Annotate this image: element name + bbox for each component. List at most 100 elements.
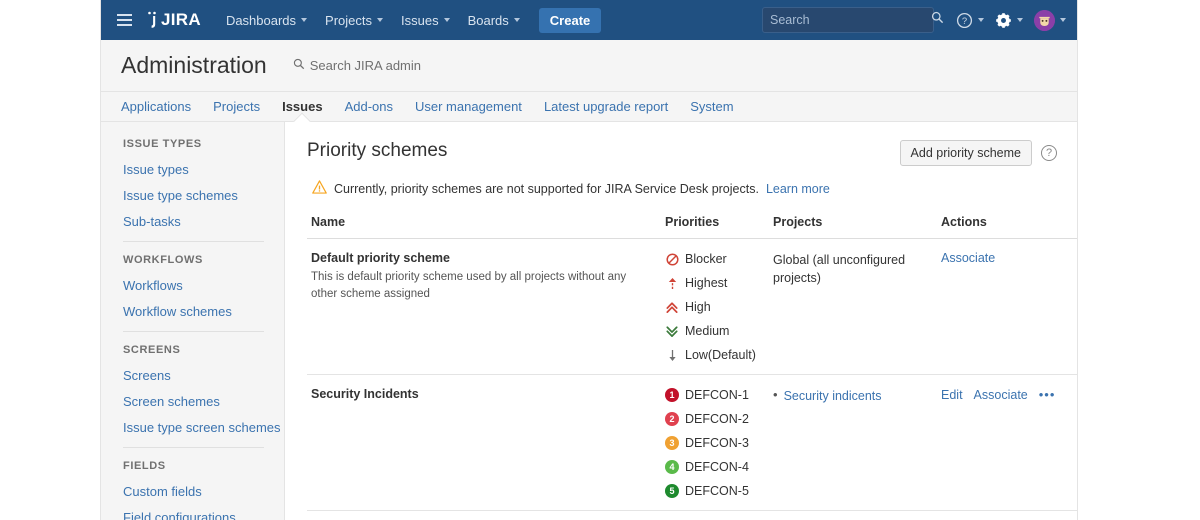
tab-label: Projects: [213, 99, 261, 114]
projects-cell: Global (all unconfigured projects): [769, 238, 937, 375]
priority-item: 1 DEFCON-1: [665, 387, 763, 411]
edit-link[interactable]: Edit: [941, 388, 963, 402]
actions-cell: Edit Associate •••: [937, 510, 1077, 520]
priority-label: High: [685, 300, 711, 314]
chevron-down-icon: [513, 18, 520, 22]
nav-label: Boards: [467, 12, 509, 28]
sidebar-item-workflows[interactable]: Workflows: [123, 275, 284, 301]
help-circle-icon[interactable]: ?: [1041, 145, 1057, 161]
main-header: Priority schemes Add priority scheme ?: [307, 140, 1057, 166]
sidebar-item-screen-schemes[interactable]: Screen schemes: [123, 391, 284, 417]
ellipsis-icon[interactable]: •••: [1039, 387, 1056, 402]
sidebar-item-issue-type-screen-schemes[interactable]: Issue type screen schemes: [123, 417, 284, 443]
chevron-down-icon: [301, 18, 308, 22]
tab-label: Latest upgrade report: [543, 99, 669, 114]
badge-1-icon: 1: [665, 388, 679, 402]
sidebar-heading: SCREENS: [123, 344, 181, 356]
row-actions: Edit Associate •••: [941, 387, 1071, 402]
scheme-name-cell: Default priority scheme This is default …: [307, 238, 661, 375]
tab-latest-upgrade-report[interactable]: Latest upgrade report: [533, 92, 679, 121]
search-input[interactable]: [770, 13, 931, 27]
column-header-actions: Actions: [937, 211, 1077, 239]
sidebar-group-fields: FIELDS Custom fields Field configuration…: [123, 460, 284, 520]
settings-menu-button[interactable]: [989, 8, 1026, 33]
svg-text:?: ?: [962, 16, 967, 27]
projects-text: Global (all unconfigured projects): [773, 253, 906, 286]
chevron-down-icon: [1060, 18, 1066, 22]
sidebar-group-workflows: WORKFLOWS Workflows Workflow schemes: [123, 254, 284, 327]
priority-schemes-title: Priority schemes: [307, 140, 448, 161]
associate-link[interactable]: Associate: [974, 388, 1028, 402]
tab-projects[interactable]: Projects: [202, 92, 271, 121]
search-icon[interactable]: [931, 11, 944, 29]
arrow-up-icon: [665, 276, 679, 290]
priorities-cell: High Medium(Default): [661, 510, 769, 520]
gear-icon: [996, 12, 1011, 28]
tab-applications[interactable]: Applications: [121, 92, 202, 121]
blocker-icon: [665, 252, 679, 266]
tab-user-management[interactable]: User management: [404, 92, 533, 121]
scheme-description: This is default priority scheme used by …: [311, 271, 627, 300]
nav-label: Dashboards: [225, 12, 297, 28]
priorities-cell: 1 DEFCON-1 2 DEFCON-2 3 DEFCON-3 4 DEFCO…: [661, 374, 769, 511]
sidebar-divider: [123, 447, 264, 448]
sidebar-divider: [123, 241, 264, 242]
sidebar-item-workflow-schemes[interactable]: Workflow schemes: [123, 301, 284, 327]
nav-item-boards[interactable]: Boards: [459, 5, 529, 36]
admin-tabs: Applications Projects Issues Add-ons Use…: [101, 92, 1077, 122]
priority-item: High: [665, 299, 763, 323]
scheme-name-cell: Simple priority scheme: [307, 510, 661, 520]
jira-logo[interactable]: JIRA: [145, 10, 201, 30]
user-profile-button[interactable]: [1028, 6, 1069, 35]
priorities-cell: Blocker Highest High Medium Low(Default): [661, 238, 769, 375]
priority-label: DEFCON-4: [685, 460, 749, 474]
sidebar-item-issue-type-schemes[interactable]: Issue type schemes: [123, 185, 284, 211]
chevron-up-icon: [665, 300, 679, 314]
jira-logo-text: JIRA: [161, 10, 201, 29]
top-navigation-right: ?: [762, 6, 1069, 35]
tab-add-ons[interactable]: Add-ons: [334, 92, 404, 121]
help-menu-button[interactable]: ?: [950, 8, 987, 33]
column-header-projects: Projects: [769, 211, 937, 239]
sidebar-group-issue-types: ISSUE TYPES Issue types Issue type schem…: [123, 138, 284, 237]
associate-link[interactable]: Associate: [941, 251, 995, 265]
sidebar-item-screens[interactable]: Screens: [123, 365, 284, 391]
nav-item-issues[interactable]: Issues: [392, 5, 459, 36]
sidebar-item-sub-tasks[interactable]: Sub-tasks: [123, 211, 284, 237]
global-search-box[interactable]: [762, 7, 944, 33]
bullet-icon: •: [773, 387, 778, 402]
hamburger-menu-icon[interactable]: [111, 7, 137, 33]
priority-item: Medium: [665, 323, 763, 347]
learn-more-link[interactable]: Learn more: [766, 182, 830, 196]
badge-3-icon: 3: [665, 436, 679, 450]
nav-label: Projects: [325, 12, 373, 28]
chevron-down-icon: [1017, 18, 1023, 22]
row-actions: Associate: [941, 251, 1071, 265]
sidebar-item-custom-fields[interactable]: Custom fields: [123, 481, 284, 507]
priority-label: DEFCON-1: [685, 388, 749, 402]
table-row: Simple priority scheme High: [307, 510, 1077, 520]
priority-item: 3 DEFCON-3: [665, 435, 763, 459]
create-button[interactable]: Create: [538, 7, 602, 33]
priority-item: Highest: [665, 275, 763, 299]
admin-search-field[interactable]: Search JIRA admin: [293, 58, 421, 73]
project-link[interactable]: Security indicents: [784, 388, 882, 405]
column-header-name: Name: [307, 211, 661, 239]
sidebar-heading: ISSUE TYPES: [123, 138, 202, 150]
priority-label: Low(Default): [685, 348, 756, 362]
tab-system[interactable]: System: [679, 92, 744, 121]
tab-issues[interactable]: Issues: [271, 92, 333, 121]
nav-item-projects[interactable]: Projects: [316, 5, 392, 36]
sidebar-item-field-configurations[interactable]: Field configurations: [123, 507, 284, 520]
sidebar-item-issue-types[interactable]: Issue types: [123, 159, 284, 185]
content-area: ISSUE TYPES Issue types Issue type schem…: [101, 122, 1077, 520]
tab-label: Issues: [282, 99, 323, 114]
table-header-row: Name Priorities Projects Actions: [307, 211, 1077, 239]
notice-text: Currently, priority schemes are not supp…: [334, 181, 759, 196]
chevron-down-icon: [665, 324, 679, 338]
nav-item-dashboards[interactable]: Dashboards: [217, 5, 316, 36]
main-panel: Priority schemes Add priority scheme ? C…: [285, 122, 1077, 520]
badge-2-icon: 2: [665, 412, 679, 426]
projects-cell: • Security indicents: [769, 374, 937, 511]
add-priority-scheme-button[interactable]: Add priority scheme: [899, 140, 1032, 166]
